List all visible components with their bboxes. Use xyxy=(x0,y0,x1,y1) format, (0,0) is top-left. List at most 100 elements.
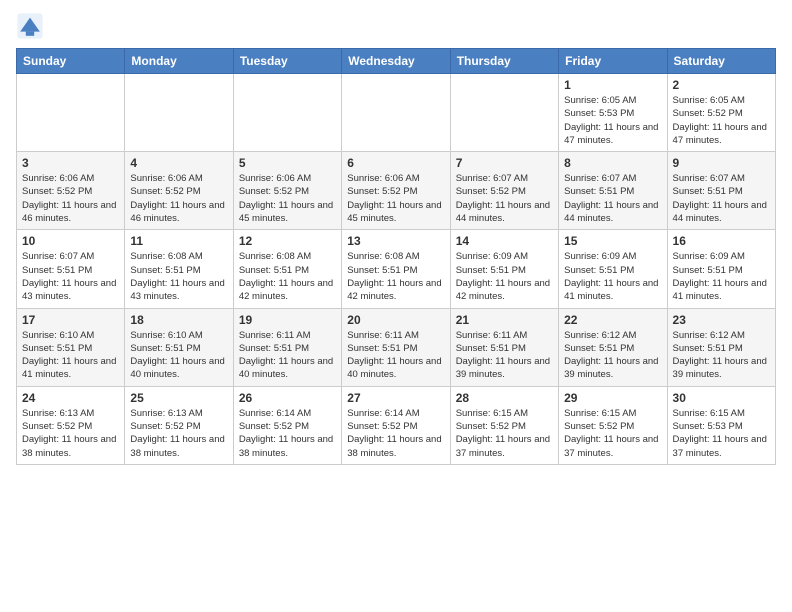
calendar-cell: 29Sunrise: 6:15 AMSunset: 5:52 PMDayligh… xyxy=(559,386,667,464)
day-number: 7 xyxy=(456,156,553,170)
day-info: Sunrise: 6:12 AMSunset: 5:51 PMDaylight:… xyxy=(673,329,770,382)
col-header-monday: Monday xyxy=(125,49,233,74)
calendar-cell: 15 Sunrise: 6:09 AMSunset: 5:51 PMDayligh… xyxy=(559,230,667,308)
day-number: 21 xyxy=(456,313,553,327)
day-number: 23 xyxy=(673,313,770,327)
day-info: Sunrise: 6:15 AMSunset: 5:52 PMDaylight:… xyxy=(564,407,661,460)
day-info: Sunrise: 6:15 AMSunset: 5:52 PMDaylight:… xyxy=(456,407,553,460)
col-header-tuesday: Tuesday xyxy=(233,49,341,74)
day-info: Sunrise: 6:07 AMSunset: 5:51 PMDaylight:… xyxy=(673,172,770,225)
day-number: 17 xyxy=(22,313,119,327)
logo-icon xyxy=(16,12,44,40)
day-number: 6 xyxy=(347,156,444,170)
calendar-cell: 19 Sunrise: 6:11 AMSunset: 5:51 PMDayligh… xyxy=(233,308,341,386)
day-number: 13 xyxy=(347,234,444,248)
day-number: 8 xyxy=(564,156,661,170)
day-number: 4 xyxy=(130,156,227,170)
day-number: 2 xyxy=(673,78,770,92)
day-number: 3 xyxy=(22,156,119,170)
calendar-cell: 27 Sunrise: 6:14 AMSunset: 5:52 PMDayligh… xyxy=(342,386,450,464)
day-info: Sunrise: 6:12 AMSunset: 5:51 PMDaylight:… xyxy=(564,329,661,382)
col-header-thursday: Thursday xyxy=(450,49,558,74)
day-info: Sunrise: 6:13 AMSunset: 5:52 PMDaylight:… xyxy=(130,407,227,460)
day-info: Sunrise: 6:11 AMSunset: 5:51 PMDaylight:… xyxy=(456,329,553,382)
day-info: Sunrise: 6:06 AMSunset: 5:52 PMDaylight:… xyxy=(347,172,444,225)
calendar-cell: 23 Sunrise: 6:12 AMSunset: 5:51 PMDayligh… xyxy=(667,308,775,386)
calendar-cell: 18 Sunrise: 6:10 AMSunset: 5:51 PMDayligh… xyxy=(125,308,233,386)
day-info: Sunrise: 6:07 AMSunset: 5:51 PMDaylight:… xyxy=(22,250,119,303)
day-info: Sunrise: 6:09 AMSunset: 5:51 PMDaylight:… xyxy=(456,250,553,303)
day-info: Sunrise: 6:11 AMSunset: 5:51 PMDaylight:… xyxy=(347,329,444,382)
day-number: 24 xyxy=(22,391,119,405)
day-info: Sunrise: 6:10 AMSunset: 5:51 PMDaylight:… xyxy=(130,329,227,382)
calendar-cell: 13 Sunrise: 6:08 AMSunset: 5:51 PMDayligh… xyxy=(342,230,450,308)
calendar-cell: 3 Sunrise: 6:06 AMSunset: 5:52 PMDaylight… xyxy=(17,152,125,230)
calendar-cell: 22 Sunrise: 6:12 AMSunset: 5:51 PMDayligh… xyxy=(559,308,667,386)
day-info: Sunrise: 6:07 AMSunset: 5:52 PMDaylight:… xyxy=(456,172,553,225)
calendar-cell: 26 Sunrise: 6:14 AMSunset: 5:52 PMDayligh… xyxy=(233,386,341,464)
day-info: Sunrise: 6:07 AMSunset: 5:51 PMDaylight:… xyxy=(564,172,661,225)
col-header-saturday: Saturday xyxy=(667,49,775,74)
day-info: Sunrise: 6:14 AMSunset: 5:52 PMDaylight:… xyxy=(239,407,336,460)
calendar-cell: 1Sunrise: 6:05 AMSunset: 5:53 PMDaylight… xyxy=(559,74,667,152)
calendar-cell: 20 Sunrise: 6:11 AMSunset: 5:51 PMDayligh… xyxy=(342,308,450,386)
calendar-cell: 17 Sunrise: 6:10 AMSunset: 5:51 PMDayligh… xyxy=(17,308,125,386)
day-number: 30 xyxy=(673,391,770,405)
logo-area xyxy=(16,12,46,40)
calendar-cell: 25 Sunrise: 6:13 AMSunset: 5:52 PMDayligh… xyxy=(125,386,233,464)
day-info: Sunrise: 6:14 AMSunset: 5:52 PMDaylight:… xyxy=(347,407,444,460)
day-number: 14 xyxy=(456,234,553,248)
day-info: Sunrise: 6:06 AMSunset: 5:52 PMDaylight:… xyxy=(22,172,119,225)
col-header-sunday: Sunday xyxy=(17,49,125,74)
calendar-cell: 4 Sunrise: 6:06 AMSunset: 5:52 PMDaylight… xyxy=(125,152,233,230)
calendar-cell: 7 Sunrise: 6:07 AMSunset: 5:52 PMDaylight… xyxy=(450,152,558,230)
calendar-cell xyxy=(342,74,450,152)
day-info: Sunrise: 6:08 AMSunset: 5:51 PMDaylight:… xyxy=(130,250,227,303)
day-info: Sunrise: 6:10 AMSunset: 5:51 PMDaylight:… xyxy=(22,329,119,382)
day-info: Sunrise: 6:06 AMSunset: 5:52 PMDaylight:… xyxy=(130,172,227,225)
calendar-cell: 30Sunrise: 6:15 AMSunset: 5:53 PMDayligh… xyxy=(667,386,775,464)
col-header-friday: Friday xyxy=(559,49,667,74)
calendar: SundayMondayTuesdayWednesdayThursdayFrid… xyxy=(16,48,776,465)
calendar-cell xyxy=(233,74,341,152)
day-number: 20 xyxy=(347,313,444,327)
calendar-cell: 6 Sunrise: 6:06 AMSunset: 5:52 PMDaylight… xyxy=(342,152,450,230)
day-info: Sunrise: 6:05 AMSunset: 5:52 PMDaylight:… xyxy=(673,94,770,147)
calendar-cell xyxy=(17,74,125,152)
day-number: 22 xyxy=(564,313,661,327)
calendar-cell xyxy=(450,74,558,152)
calendar-cell: 5 Sunrise: 6:06 AMSunset: 5:52 PMDaylight… xyxy=(233,152,341,230)
day-number: 11 xyxy=(130,234,227,248)
day-number: 26 xyxy=(239,391,336,405)
day-number: 10 xyxy=(22,234,119,248)
day-info: Sunrise: 6:08 AMSunset: 5:51 PMDaylight:… xyxy=(347,250,444,303)
day-number: 12 xyxy=(239,234,336,248)
day-info: Sunrise: 6:08 AMSunset: 5:51 PMDaylight:… xyxy=(239,250,336,303)
day-number: 15 xyxy=(564,234,661,248)
day-number: 28 xyxy=(456,391,553,405)
col-header-wednesday: Wednesday xyxy=(342,49,450,74)
day-info: Sunrise: 6:09 AMSunset: 5:51 PMDaylight:… xyxy=(673,250,770,303)
day-number: 18 xyxy=(130,313,227,327)
header xyxy=(16,12,776,40)
day-info: Sunrise: 6:13 AMSunset: 5:52 PMDaylight:… xyxy=(22,407,119,460)
calendar-cell: 16Sunrise: 6:09 AMSunset: 5:51 PMDayligh… xyxy=(667,230,775,308)
day-number: 25 xyxy=(130,391,227,405)
day-info: Sunrise: 6:09 AMSunset: 5:51 PMDaylight:… xyxy=(564,250,661,303)
calendar-cell xyxy=(125,74,233,152)
day-info: Sunrise: 6:05 AMSunset: 5:53 PMDaylight:… xyxy=(564,94,661,147)
day-number: 19 xyxy=(239,313,336,327)
calendar-cell: 24 Sunrise: 6:13 AMSunset: 5:52 PMDayligh… xyxy=(17,386,125,464)
day-number: 9 xyxy=(673,156,770,170)
calendar-cell: 9 Sunrise: 6:07 AMSunset: 5:51 PMDaylight… xyxy=(667,152,775,230)
day-info: Sunrise: 6:06 AMSunset: 5:52 PMDaylight:… xyxy=(239,172,336,225)
calendar-cell: 21 Sunrise: 6:11 AMSunset: 5:51 PMDayligh… xyxy=(450,308,558,386)
calendar-cell: 2 Sunrise: 6:05 AMSunset: 5:52 PMDaylight… xyxy=(667,74,775,152)
calendar-cell: 28 Sunrise: 6:15 AMSunset: 5:52 PMDayligh… xyxy=(450,386,558,464)
calendar-cell: 10 Sunrise: 6:07 AMSunset: 5:51 PMDayligh… xyxy=(17,230,125,308)
calendar-cell: 11 Sunrise: 6:08 AMSunset: 5:51 PMDayligh… xyxy=(125,230,233,308)
day-number: 27 xyxy=(347,391,444,405)
day-info: Sunrise: 6:11 AMSunset: 5:51 PMDaylight:… xyxy=(239,329,336,382)
day-number: 5 xyxy=(239,156,336,170)
calendar-cell: 14 Sunrise: 6:09 AMSunset: 5:51 PMDayligh… xyxy=(450,230,558,308)
